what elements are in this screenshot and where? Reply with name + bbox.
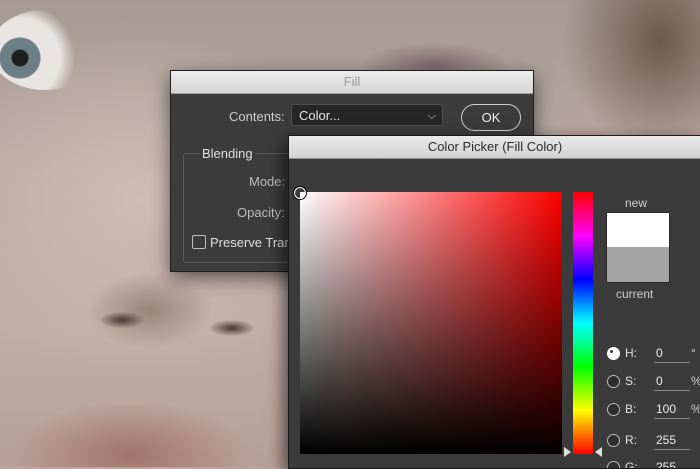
field-unit-b: % [691,402,700,416]
field-label-r: R: [625,433,637,447]
radio-s[interactable] [607,375,620,388]
field-label-h: H: [625,346,637,360]
fill-dialog-title[interactable]: Fill [171,71,533,94]
mode-label: Mode: [249,174,286,189]
ok-button[interactable]: OK [461,104,521,131]
hue-slider-handle-left[interactable] [564,447,571,457]
radio-b[interactable] [607,403,620,416]
radio-g[interactable] [607,461,620,468]
field-label-b: B: [625,402,637,416]
saturation-brightness-field[interactable] [300,192,562,454]
photo-eye-left [0,10,100,90]
preserve-transparency-checkbox[interactable] [192,235,206,249]
field-input-s[interactable]: 0 [654,374,690,391]
field-input-r[interactable]: 255 [654,433,690,450]
contents-label: Contents: [229,109,285,124]
field-input-g[interactable]: 255 [654,460,690,468]
current-color-swatch[interactable] [606,247,670,283]
color-picker-title[interactable]: Color Picker (Fill Color) [289,136,700,159]
new-color-swatch [606,212,670,248]
radio-h[interactable] [607,347,620,360]
field-input-h[interactable]: 0 [654,346,690,363]
blending-title: Blending [200,146,255,161]
contents-dropdown-value: Color... [299,108,341,123]
hue-slider[interactable] [573,192,593,454]
radio-r[interactable] [607,434,620,447]
contents-dropdown[interactable]: Color... ⌵ [291,104,443,126]
opacity-label: Opacity: [237,205,285,220]
preserve-transparency-label[interactable]: Preserve Tran [210,235,292,250]
current-color-label: current [616,287,654,301]
color-field-cursor[interactable] [294,187,306,199]
hue-slider-handle-right[interactable] [595,447,602,457]
new-color-label: new [625,196,648,210]
photo-nostril-right [210,320,254,336]
photo-nostril-left [100,312,144,328]
field-unit-h: ° [691,346,696,360]
field-label-s: S: [625,374,637,388]
color-picker-dialog: Color Picker (Fill Color) new current H:… [288,135,700,469]
field-input-b[interactable]: 100 [654,402,690,419]
chevron-down-icon: ⌵ [427,110,436,122]
field-label-g: G: [625,460,638,469]
field-unit-s: % [691,374,700,388]
